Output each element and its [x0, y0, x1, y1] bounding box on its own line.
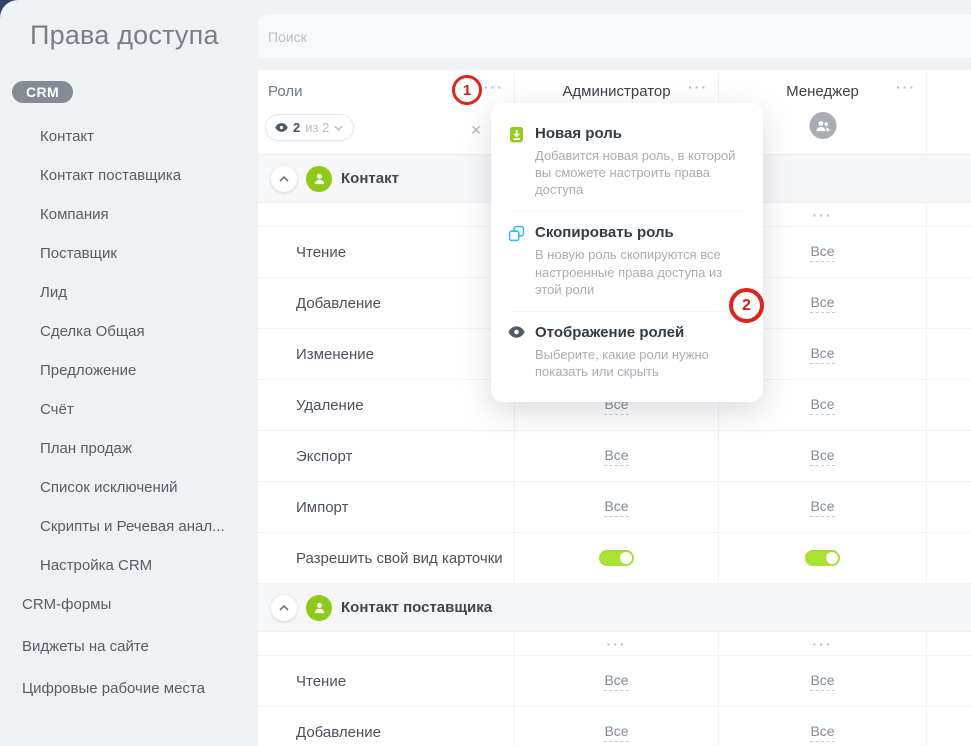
search-input[interactable] [266, 14, 670, 60]
permission-value-link[interactable]: Все [810, 723, 834, 742]
menu-item[interactable]: Скопировать роль В новую роль скопируютс… [491, 215, 763, 307]
sidebar-root-list: CRM-формыВиджеты на сайтеЦифровые рабочи… [0, 584, 258, 710]
permission-label: Чтение [258, 227, 514, 277]
eye-icon [275, 123, 288, 132]
permission-value-link[interactable]: Все [604, 498, 628, 517]
filter-count: 2 [293, 120, 300, 135]
menu-item-description: Выберите, какие роли нужно показать или … [535, 346, 745, 380]
permission-value-link[interactable]: Все [810, 498, 834, 517]
sidebar-item[interactable]: Лид [0, 273, 258, 312]
menu-item-title: Скопировать роль [535, 224, 745, 241]
permission-value-link[interactable]: Все [604, 672, 628, 691]
collapse-section-button[interactable] [271, 166, 297, 192]
menu-item[interactable]: Новая роль Добавится новая роль, в котор… [491, 116, 763, 208]
menu-item-title: Отображение ролей [535, 324, 745, 341]
section-title: Контакт [341, 170, 399, 187]
annotation-step-1: 1 [452, 75, 482, 105]
sidebar-item[interactable]: Предложение [0, 351, 258, 390]
permission-row: Разрешить свой вид карточки [258, 533, 971, 584]
sidebar-item[interactable]: Настройка CRM [0, 546, 258, 585]
clear-filter-icon[interactable]: ✕ [470, 122, 482, 139]
permission-value-link[interactable]: Все [604, 447, 628, 466]
permission-row: Экспорт Все Все [258, 431, 971, 482]
annotation-step-2: 2 [729, 288, 764, 323]
permission-toggle-on[interactable] [599, 550, 634, 566]
chevron-up-icon [279, 605, 289, 611]
permission-row: Импорт Все Все [258, 482, 971, 533]
search-bar [258, 14, 971, 58]
permission-label: Импорт [258, 482, 514, 532]
permission-label: Чтение [258, 656, 514, 706]
permission-value-link[interactable]: Все [810, 294, 834, 313]
menu-divider [511, 211, 743, 212]
menu-item-title: Новая роль [535, 125, 745, 142]
toggle-knob [620, 552, 632, 564]
permission-label: Добавление [258, 278, 514, 328]
roles-menu-icon[interactable]: ··· [484, 82, 504, 92]
sidebar-item[interactable]: Цифровые рабочие места [0, 668, 258, 710]
copy-role-icon [508, 224, 526, 297]
cell-menu-icon[interactable]: ··· [607, 639, 627, 649]
sidebar-item[interactable]: Список исключений [0, 468, 258, 507]
new-role-icon [508, 125, 526, 198]
sidebar: Права доступа CRM КонтактКонтакт поставщ… [0, 0, 258, 746]
workspace: Права доступа CRM КонтактКонтакт поставщ… [0, 0, 971, 746]
person-icon [312, 600, 327, 615]
role-menu-icon[interactable]: ··· [896, 82, 916, 92]
permission-label: Экспорт [258, 431, 514, 481]
permission-row: Добавление Все Все [258, 707, 971, 746]
permission-label: Добавление [258, 707, 514, 746]
sidebar-item[interactable]: Компания [0, 195, 258, 234]
chevron-down-icon [334, 125, 343, 131]
permission-label: Разрешить свой вид карточки [258, 533, 514, 583]
roles-filter-chip[interactable]: 2 из 2 [265, 114, 354, 141]
section-header-row: Контакт поставщика [258, 584, 971, 632]
role-avatar[interactable] [809, 112, 836, 139]
menu-divider [511, 311, 743, 312]
sidebar-item[interactable]: Контакт поставщика [0, 156, 258, 195]
sidebar-item[interactable]: Скрипты и Речевая анал... [0, 507, 258, 546]
sidebar-item[interactable]: Сделка Общая [0, 312, 258, 351]
role-column-title: Менеджер [719, 83, 926, 100]
eye-icon [508, 324, 526, 380]
permission-label: Удаление [258, 380, 514, 430]
crm-section-badge[interactable]: CRM [12, 81, 73, 103]
chevron-up-icon [279, 176, 289, 182]
permission-row: Чтение Все Все [258, 656, 971, 707]
role-menu-icon[interactable]: ··· [688, 82, 708, 92]
sidebar-item[interactable]: CRM-формы [0, 584, 258, 626]
permission-toggle-on[interactable] [805, 550, 840, 566]
menu-item-description: В новую роль скопируются все настроенные… [535, 246, 745, 297]
sidebar-item[interactable]: План продаж [0, 429, 258, 468]
sidebar-item[interactable]: Поставщик [0, 234, 258, 273]
permission-value-link[interactable]: Все [810, 447, 834, 466]
permission-value-link[interactable]: Все [604, 723, 628, 742]
sidebar-item[interactable]: Виджеты на сайте [0, 626, 258, 668]
permission-value-link[interactable]: Все [810, 672, 834, 691]
section-actions-row: ··· ··· [258, 632, 971, 656]
cell-menu-icon[interactable]: ··· [813, 210, 833, 220]
collapse-section-button[interactable] [271, 595, 297, 621]
section-avatar-icon [306, 166, 332, 192]
sidebar-item[interactable]: Счёт [0, 390, 258, 429]
permission-value-link[interactable]: Все [810, 396, 834, 415]
section-title: Контакт поставщика [341, 599, 492, 616]
permission-label: Изменение [258, 329, 514, 379]
page-title: Права доступа [30, 20, 219, 51]
roles-column-header: Роли [268, 83, 303, 100]
group-icon [814, 118, 831, 133]
sidebar-item[interactable]: Контакт [0, 117, 258, 156]
permission-value-link[interactable]: Все [810, 345, 834, 364]
person-icon [312, 171, 327, 186]
sidebar-crm-list: КонтактКонтакт поставщикаКомпанияПоставщ… [0, 117, 258, 585]
cell-menu-icon[interactable]: ··· [813, 639, 833, 649]
filter-total: из 2 [305, 120, 329, 135]
roles-dropdown-menu: Новая роль Добавится новая роль, в котор… [491, 103, 763, 402]
section-avatar-icon [306, 595, 332, 621]
permission-value-link[interactable]: Все [810, 243, 834, 262]
toggle-knob [826, 552, 838, 564]
menu-item-description: Добавится новая роль, в которой вы сможе… [535, 147, 745, 198]
menu-item[interactable]: Отображение ролей Выберите, какие роли н… [491, 315, 763, 390]
